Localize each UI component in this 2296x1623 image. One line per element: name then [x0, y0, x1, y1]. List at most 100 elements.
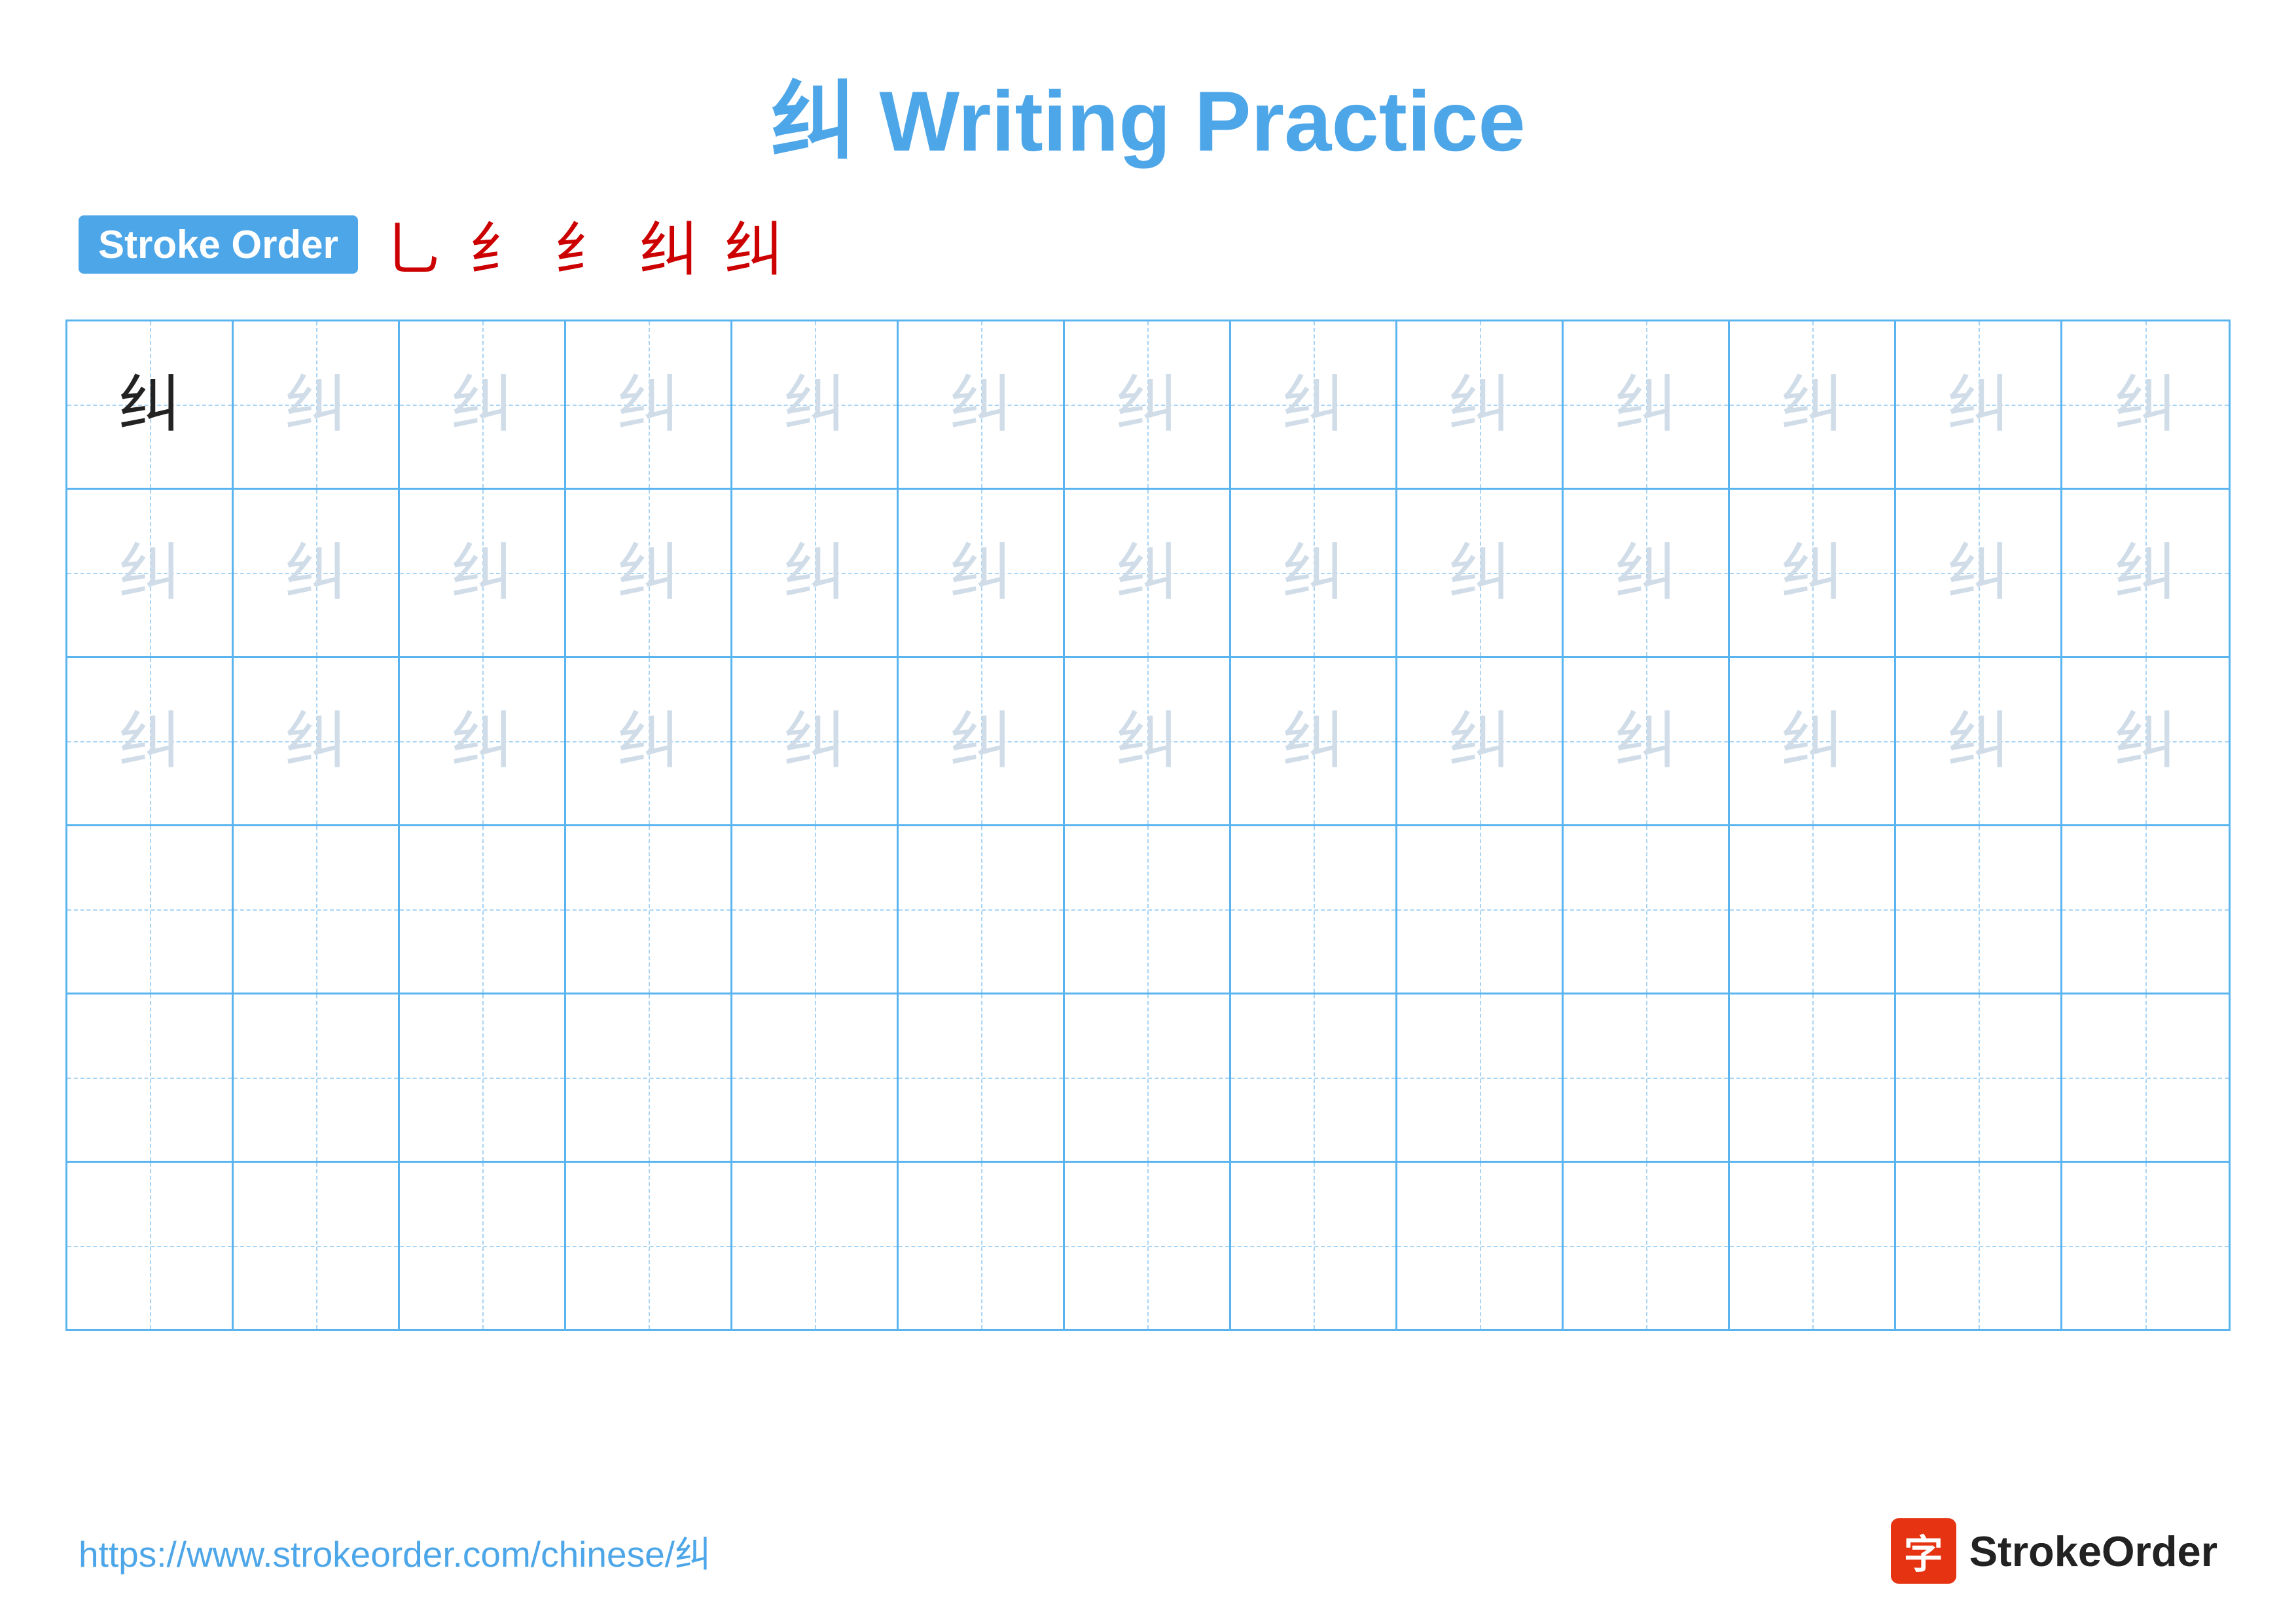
- logo-text: StrokeOrder: [1969, 1527, 2217, 1576]
- page-title: 纠 Writing Practice: [770, 73, 1525, 169]
- grid-cell-2-13[interactable]: 纠: [2062, 490, 2229, 656]
- grid-cell-2-2[interactable]: 纠: [234, 490, 400, 656]
- page-title-area: 纠 Writing Practice: [0, 0, 2296, 175]
- grid-cell-6-7[interactable]: 纠: [1065, 1163, 1231, 1329]
- stroke-step-4: 纠: [639, 202, 698, 287]
- footer-logo: 字 StrokeOrder: [1891, 1518, 2217, 1584]
- grid-cell-5-4[interactable]: 纠: [566, 994, 732, 1161]
- grid-cell-5-1[interactable]: 纠: [67, 994, 234, 1161]
- grid-cell-1-13[interactable]: 纠: [2062, 321, 2229, 488]
- writing-grid: 纠 纠 纠 纠 纠 纠 纠 纠 纠 纠 纠 纠 纠 纠 纠 纠 纠 纠 纠 纠 …: [65, 319, 2231, 1331]
- grid-cell-1-1[interactable]: 纠: [67, 321, 234, 488]
- grid-cell-5-5[interactable]: 纠: [732, 994, 899, 1161]
- char-light: 纠: [1448, 374, 1511, 436]
- grid-cell-1-10[interactable]: 纠: [1564, 321, 1730, 488]
- grid-cell-2-10[interactable]: 纠: [1564, 490, 1730, 656]
- grid-cell-4-3[interactable]: 纠: [400, 826, 566, 993]
- grid-cell-1-4[interactable]: 纠: [566, 321, 732, 488]
- grid-cell-5-12[interactable]: 纠: [1896, 994, 2062, 1161]
- grid-cell-2-4[interactable]: 纠: [566, 490, 732, 656]
- grid-cell-6-6[interactable]: 纠: [899, 1163, 1065, 1329]
- grid-cell-4-7[interactable]: 纠: [1065, 826, 1231, 993]
- grid-cell-2-1[interactable]: 纠: [67, 490, 234, 656]
- grid-row-1: 纠 纠 纠 纠 纠 纠 纠 纠 纠 纠 纠 纠 纠: [67, 321, 2229, 490]
- grid-cell-5-9[interactable]: 纠: [1397, 994, 1564, 1161]
- grid-cell-2-3[interactable]: 纠: [400, 490, 566, 656]
- grid-cell-1-3[interactable]: 纠: [400, 321, 566, 488]
- grid-cell-1-12[interactable]: 纠: [1896, 321, 2062, 488]
- grid-cell-2-11[interactable]: 纠: [1730, 490, 1896, 656]
- grid-cell-1-2[interactable]: 纠: [234, 321, 400, 488]
- grid-cell-4-8[interactable]: 纠: [1231, 826, 1397, 993]
- grid-cell-3-13[interactable]: 纠: [2062, 658, 2229, 824]
- grid-cell-2-8[interactable]: 纠: [1231, 490, 1397, 656]
- grid-cell-6-9[interactable]: 纠: [1397, 1163, 1564, 1329]
- grid-row-5: 纠 纠 纠 纠 纠 纠 纠 纠 纠 纠 纠 纠 纠: [67, 994, 2229, 1163]
- logo-icon: 字: [1891, 1518, 1956, 1584]
- grid-cell-3-7[interactable]: 纠: [1065, 658, 1231, 824]
- grid-cell-5-3[interactable]: 纠: [400, 994, 566, 1161]
- grid-cell-4-5[interactable]: 纠: [732, 826, 899, 993]
- grid-cell-4-12[interactable]: 纠: [1896, 826, 2062, 993]
- grid-cell-3-2[interactable]: 纠: [234, 658, 400, 824]
- grid-cell-3-12[interactable]: 纠: [1896, 658, 2062, 824]
- char-light: 纠: [451, 374, 513, 436]
- grid-cell-6-3[interactable]: 纠: [400, 1163, 566, 1329]
- grid-cell-1-5[interactable]: 纠: [732, 321, 899, 488]
- grid-cell-3-4[interactable]: 纠: [566, 658, 732, 824]
- grid-row-2: 纠 纠 纠 纠 纠 纠 纠 纠 纠 纠 纠 纠 纠: [67, 490, 2229, 658]
- grid-cell-6-13[interactable]: 纠: [2062, 1163, 2229, 1329]
- grid-cell-2-9[interactable]: 纠: [1397, 490, 1564, 656]
- grid-cell-6-5[interactable]: 纠: [732, 1163, 899, 1329]
- footer: https://www.strokeorder.com/chinese/纠 字 …: [0, 1518, 2296, 1584]
- char-light: 纠: [1781, 374, 1843, 436]
- grid-cell-4-11[interactable]: 纠: [1730, 826, 1896, 993]
- grid-cell-1-9[interactable]: 纠: [1397, 321, 1564, 488]
- grid-cell-2-7[interactable]: 纠: [1065, 490, 1231, 656]
- grid-cell-5-6[interactable]: 纠: [899, 994, 1065, 1161]
- grid-cell-6-2[interactable]: 纠: [234, 1163, 400, 1329]
- grid-cell-2-12[interactable]: 纠: [1896, 490, 2062, 656]
- grid-cell-6-8[interactable]: 纠: [1231, 1163, 1397, 1329]
- grid-cell-1-6[interactable]: 纠: [899, 321, 1065, 488]
- grid-cell-4-1[interactable]: 纠: [67, 826, 234, 993]
- grid-cell-6-1[interactable]: 纠: [67, 1163, 234, 1329]
- footer-url[interactable]: https://www.strokeorder.com/chinese/纠: [79, 1525, 711, 1577]
- stroke-step-1: 乚: [384, 202, 443, 287]
- grid-cell-5-2[interactable]: 纠: [234, 994, 400, 1161]
- grid-cell-3-3[interactable]: 纠: [400, 658, 566, 824]
- grid-cell-6-4[interactable]: 纠: [566, 1163, 732, 1329]
- stroke-step-5: 纠: [725, 202, 783, 287]
- grid-cell-6-11[interactable]: 纠: [1730, 1163, 1896, 1329]
- grid-cell-3-10[interactable]: 纠: [1564, 658, 1730, 824]
- grid-cell-4-9[interactable]: 纠: [1397, 826, 1564, 993]
- grid-cell-3-1[interactable]: 纠: [67, 658, 234, 824]
- grid-cell-6-12[interactable]: 纠: [1896, 1163, 2062, 1329]
- grid-cell-1-11[interactable]: 纠: [1730, 321, 1896, 488]
- grid-cell-2-5[interactable]: 纠: [732, 490, 899, 656]
- char-light: 纠: [1615, 374, 1677, 436]
- grid-cell-4-6[interactable]: 纠: [899, 826, 1065, 993]
- stroke-order-badge: Stroke Order: [79, 215, 358, 274]
- stroke-step-2: 纟: [469, 202, 528, 287]
- grid-cell-5-13[interactable]: 纠: [2062, 994, 2229, 1161]
- grid-cell-3-6[interactable]: 纠: [899, 658, 1065, 824]
- grid-cell-3-8[interactable]: 纠: [1231, 658, 1397, 824]
- grid-cell-2-6[interactable]: 纠: [899, 490, 1065, 656]
- grid-cell-5-10[interactable]: 纠: [1564, 994, 1730, 1161]
- grid-cell-3-5[interactable]: 纠: [732, 658, 899, 824]
- grid-row-3: 纠 纠 纠 纠 纠 纠 纠 纠 纠 纠 纠 纠 纠: [67, 658, 2229, 826]
- grid-cell-4-4[interactable]: 纠: [566, 826, 732, 993]
- grid-cell-1-7[interactable]: 纠: [1065, 321, 1231, 488]
- grid-cell-3-11[interactable]: 纠: [1730, 658, 1896, 824]
- grid-cell-5-11[interactable]: 纠: [1730, 994, 1896, 1161]
- grid-cell-1-8[interactable]: 纠: [1231, 321, 1397, 488]
- grid-cell-6-10[interactable]: 纠: [1564, 1163, 1730, 1329]
- grid-cell-5-8[interactable]: 纠: [1231, 994, 1397, 1161]
- char-light: 纠: [2114, 374, 2176, 436]
- grid-cell-4-2[interactable]: 纠: [234, 826, 400, 993]
- grid-cell-4-10[interactable]: 纠: [1564, 826, 1730, 993]
- grid-cell-4-13[interactable]: 纠: [2062, 826, 2229, 993]
- grid-cell-3-9[interactable]: 纠: [1397, 658, 1564, 824]
- grid-cell-5-7[interactable]: 纠: [1065, 994, 1231, 1161]
